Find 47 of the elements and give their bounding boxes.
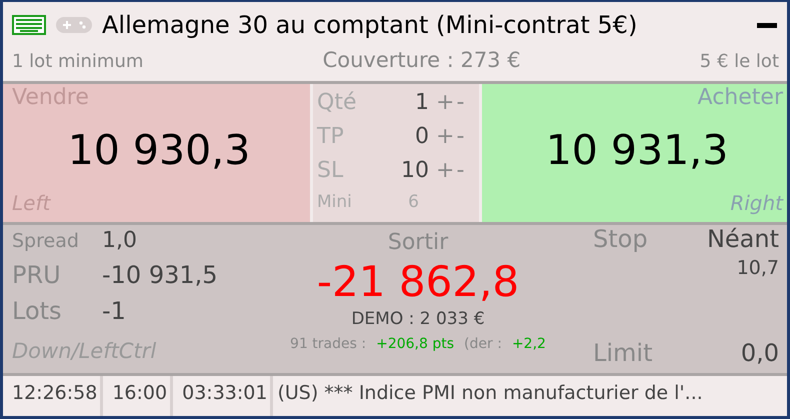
increment-button[interactable]: +	[435, 158, 456, 182]
buy-label: Acheter	[698, 84, 783, 112]
minimize-icon	[757, 22, 777, 28]
decrement-button[interactable]: -	[455, 90, 466, 114]
buy-price: 10 931,3	[546, 125, 728, 176]
stat-label: PRU	[12, 260, 62, 291]
stop-label: Stop	[592, 225, 649, 255]
param-label: SL	[317, 158, 344, 182]
shortcut-hint: Right	[730, 190, 783, 217]
stop-value: Néant	[706, 225, 779, 255]
minimum-lots: 1 lot minimum	[12, 51, 144, 72]
last-label: (der :	[464, 335, 502, 354]
account-balance: DEMO : 2 033 €	[351, 308, 485, 331]
stat-value: -1	[102, 296, 127, 327]
param-label: TP	[317, 124, 345, 148]
limit-label: Limit	[592, 339, 654, 369]
buy-panel[interactable]: Acheter 10 931,3 Right	[479, 84, 787, 222]
param-value: 10	[400, 158, 430, 182]
result-value: -21 862,8	[316, 257, 520, 307]
exit-button[interactable]: Sortir	[388, 227, 448, 257]
total-points: +206,8 pts	[376, 335, 454, 354]
coverage-text: Couverture : 273 €	[322, 48, 521, 72]
status-cell: 12:26:58	[3, 376, 104, 416]
window-title: Allemagne 30 au comptant (Mini-contrat 5€)	[102, 11, 638, 39]
sell-price: 10 930,3	[68, 125, 250, 176]
trades-count: 91 trades :	[290, 335, 366, 354]
lot-value: 5 € le lot	[700, 51, 779, 72]
stat-label: Spread	[12, 229, 80, 254]
keyboard-icon[interactable]	[12, 15, 46, 35]
param-value: 6	[407, 192, 420, 212]
increment-button[interactable]: +	[435, 124, 456, 148]
param-value: 1	[414, 90, 430, 114]
status-cell: 16:00	[103, 376, 174, 416]
increment-button[interactable]: +	[435, 90, 456, 114]
status-cell: 03:33:01	[173, 376, 274, 416]
param-label: Mini	[317, 192, 353, 212]
stat-value: -10 931,5	[102, 260, 219, 291]
decrement-button[interactable]: -	[455, 158, 466, 182]
limit-value: 0,0	[740, 339, 779, 369]
decrement-button[interactable]: -	[455, 124, 466, 148]
stop-distance: 10,7	[736, 257, 779, 281]
stat-value: 1,0	[102, 227, 138, 255]
status-cell-text: (US) *** Indice PMI non manufacturier de l'...	[276, 381, 704, 406]
param-label: Qté	[317, 90, 358, 114]
param-value: 0	[414, 124, 430, 148]
stat-label: Lots	[12, 296, 63, 327]
last-value: +2,2	[512, 335, 546, 354]
